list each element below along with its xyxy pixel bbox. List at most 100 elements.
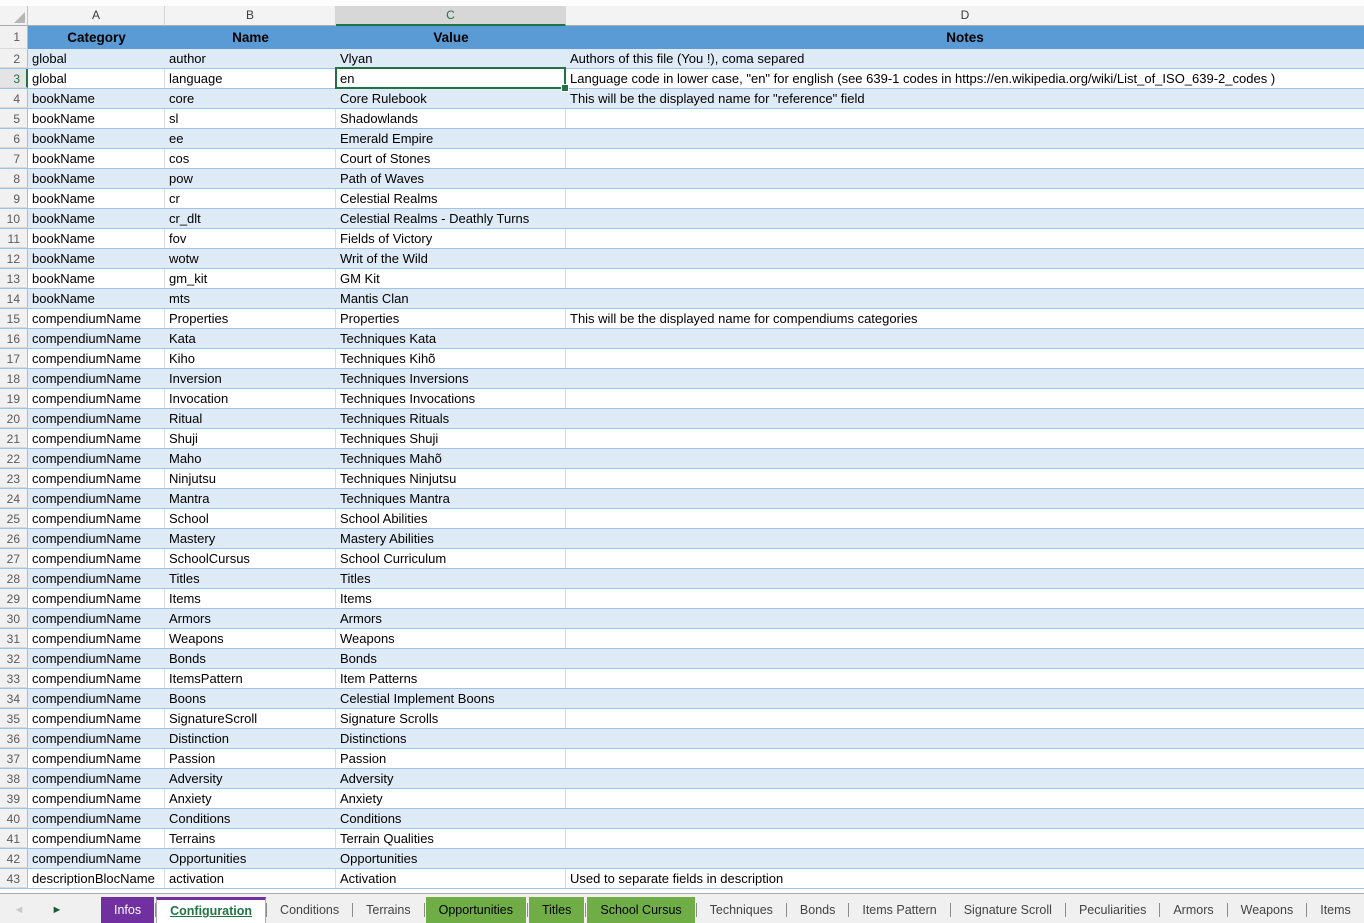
cell-B37[interactable]: Passion [165,749,336,768]
cell-D4[interactable]: This will be the displayed name for "ref… [566,89,1364,108]
cell-C12[interactable]: Writ of the Wild [336,249,566,268]
cell-C15[interactable]: Properties [336,309,566,328]
cell-B11[interactable]: fov [165,229,336,248]
column-header-D[interactable]: D [566,6,1364,26]
tab-scroll-right-icon[interactable]: ► [38,904,76,916]
sheet-tab-techniques[interactable]: Techniques [697,897,786,923]
cell-D43[interactable]: Used to separate fields in description [566,869,1364,888]
cell-D15[interactable]: This will be the displayed name for comp… [566,309,1364,328]
cell-D41[interactable] [566,829,1364,848]
cell-B21[interactable]: Shuji [165,429,336,448]
cell-D29[interactable] [566,589,1364,608]
row-header-35[interactable]: 35 [0,709,28,728]
cell-C25[interactable]: School Abilities [336,509,566,528]
row-header-3[interactable]: 3 [0,69,28,88]
sheet-tab-opportunities[interactable]: Opportunities [426,897,526,923]
cell-C31[interactable]: Weapons [336,629,566,648]
cell-C13[interactable]: GM Kit [336,269,566,288]
sheet-tab-weapons[interactable]: Weapons [1228,897,1307,923]
sheet-tab-signature-scroll[interactable]: Signature Scroll [951,897,1065,923]
cell-B13[interactable]: gm_kit [165,269,336,288]
row-header-5[interactable]: 5 [0,109,28,128]
cell-A39[interactable]: compendiumName [28,789,165,808]
fill-handle[interactable] [561,84,569,92]
cell-D37[interactable] [566,749,1364,768]
cell-D34[interactable] [566,689,1364,708]
cell-D6[interactable] [566,129,1364,148]
cell-D16[interactable] [566,329,1364,348]
cell-C10[interactable]: Celestial Realms - Deathly Turns [336,209,566,228]
cell-A17[interactable]: compendiumName [28,349,165,368]
cell-B28[interactable]: Titles [165,569,336,588]
cell-C32[interactable]: Bonds [336,649,566,668]
cell-A19[interactable]: compendiumName [28,389,165,408]
cell-A5[interactable]: bookName [28,109,165,128]
row-header-41[interactable]: 41 [0,829,28,848]
cell-D25[interactable] [566,509,1364,528]
cell-D28[interactable] [566,569,1364,588]
cell-B38[interactable]: Adversity [165,769,336,788]
cell-A30[interactable]: compendiumName [28,609,165,628]
row-header-19[interactable]: 19 [0,389,28,408]
cell-D2[interactable]: Authors of this file (You !), coma separ… [566,49,1364,68]
cell-B27[interactable]: SchoolCursus [165,549,336,568]
cell-C19[interactable]: Techniques Invocations [336,389,566,408]
cell-D10[interactable] [566,209,1364,228]
cell-A25[interactable]: compendiumName [28,509,165,528]
row-header-13[interactable]: 13 [0,269,28,288]
cell-A35[interactable]: compendiumName [28,709,165,728]
sheet-tab-school-cursus[interactable]: School Cursus [587,897,694,923]
cell-D7[interactable] [566,149,1364,168]
row-header-24[interactable]: 24 [0,489,28,508]
cell-D5[interactable] [566,109,1364,128]
cell-C34[interactable]: Celestial Implement Boons [336,689,566,708]
sheet-tab-armors[interactable]: Armors [1160,897,1226,923]
cell-D38[interactable] [566,769,1364,788]
row-header-26[interactable]: 26 [0,529,28,548]
cell-D8[interactable] [566,169,1364,188]
cell-C40[interactable]: Conditions [336,809,566,828]
row-header-34[interactable]: 34 [0,689,28,708]
cell-A9[interactable]: bookName [28,189,165,208]
cell-B19[interactable]: Invocation [165,389,336,408]
cell-A28[interactable]: compendiumName [28,569,165,588]
row-header-4[interactable]: 4 [0,89,28,108]
row-header-21[interactable]: 21 [0,429,28,448]
cell-C36[interactable]: Distinctions [336,729,566,748]
cell-B42[interactable]: Opportunities [165,849,336,868]
cell-A15[interactable]: compendiumName [28,309,165,328]
cell-B23[interactable]: Ninjutsu [165,469,336,488]
cell-B18[interactable]: Inversion [165,369,336,388]
row-header-20[interactable]: 20 [0,409,28,428]
cell-D12[interactable] [566,249,1364,268]
cell-D20[interactable] [566,409,1364,428]
row-header-14[interactable]: 14 [0,289,28,308]
cell-C41[interactable]: Terrain Qualities [336,829,566,848]
cell-A6[interactable]: bookName [28,129,165,148]
column-header-C[interactable]: C [336,6,566,26]
cell-B10[interactable]: cr_dlt [165,209,336,228]
row-header-39[interactable]: 39 [0,789,28,808]
cell-A18[interactable]: compendiumName [28,369,165,388]
sheet-tab-conditions[interactable]: Conditions [267,897,352,923]
cell-C2[interactable]: Vlyan [336,49,566,68]
row-header-18[interactable]: 18 [0,369,28,388]
tab-scroll-left-icon[interactable]: ◄ [0,904,38,916]
row-header-30[interactable]: 30 [0,609,28,628]
cell-C11[interactable]: Fields of Victory [336,229,566,248]
header-cell-notes[interactable]: Notes [566,26,1364,49]
cell-D26[interactable] [566,529,1364,548]
cell-C16[interactable]: Techniques Kata [336,329,566,348]
cell-A42[interactable]: compendiumName [28,849,165,868]
cell-B5[interactable]: sl [165,109,336,128]
row-header-32[interactable]: 32 [0,649,28,668]
cell-C33[interactable]: Item Patterns [336,669,566,688]
cell-B34[interactable]: Boons [165,689,336,708]
column-header-A[interactable]: A [28,6,165,26]
cell-C27[interactable]: School Curriculum [336,549,566,568]
cell-A12[interactable]: bookName [28,249,165,268]
cell-D24[interactable] [566,489,1364,508]
cell-D23[interactable] [566,469,1364,488]
cell-C23[interactable]: Techniques Ninjutsu [336,469,566,488]
cell-C21[interactable]: Techniques Shuji [336,429,566,448]
